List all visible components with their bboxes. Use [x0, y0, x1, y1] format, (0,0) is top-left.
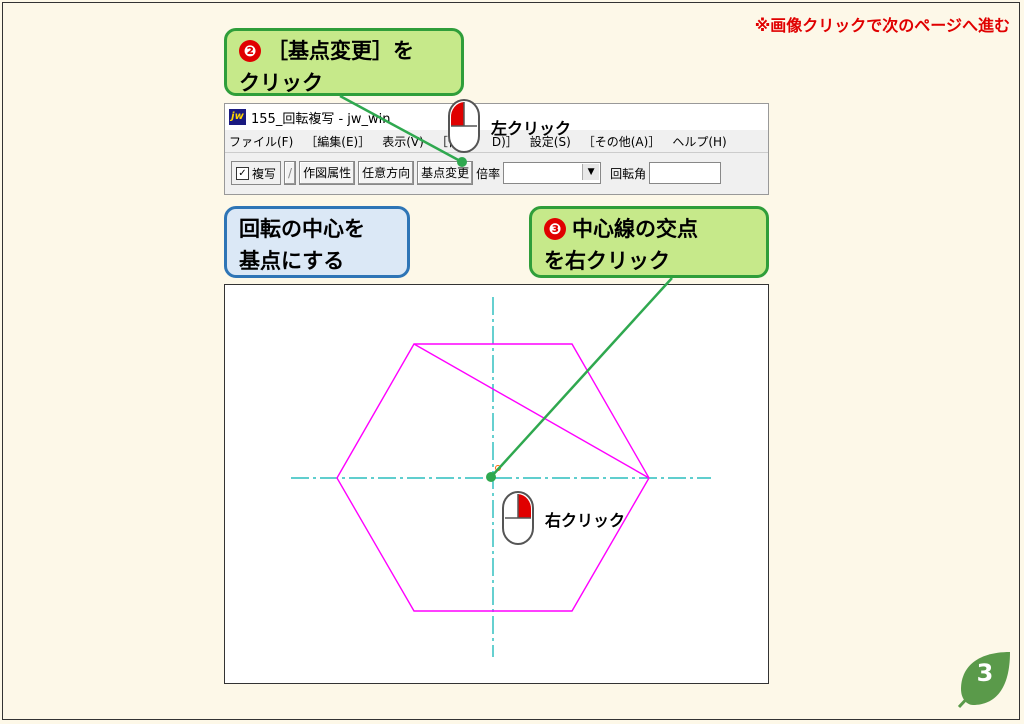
page-number: 3: [976, 659, 994, 687]
drawing-svg: [291, 297, 711, 657]
drawing-canvas[interactable]: [224, 284, 769, 684]
step2-text-line2: クリック: [239, 71, 323, 95]
window-title: 155_回転複写 - jw_win: [251, 111, 391, 127]
step3-text-line2: を右クリック: [544, 249, 670, 273]
step-number-badge: ❷: [239, 40, 261, 62]
menu-help[interactable]: ヘルプ(H): [672, 133, 726, 150]
copy-label: 複写: [252, 166, 277, 181]
copy-checkbox[interactable]: ✓ 複写: [231, 161, 282, 185]
next-page-hint[interactable]: ※画像クリックで次のページへ進む: [755, 12, 1010, 36]
diagonal-line: [413, 343, 650, 479]
ratio-label: 倍率: [476, 166, 501, 181]
slash-button[interactable]: /: [284, 161, 297, 185]
change-base-point-button[interactable]: 基点変更: [417, 161, 474, 185]
arbitrary-direction-button[interactable]: 任意方向: [358, 161, 415, 185]
step2-callout: ❷ ［基点変更］を クリック: [224, 28, 464, 96]
chevron-down-icon[interactable]: ▼: [582, 164, 600, 180]
menu-other[interactable]: ［その他(A)］: [583, 133, 661, 150]
right-click-label: 右クリック: [545, 511, 626, 530]
menu-view[interactable]: 表示(V): [382, 133, 424, 150]
jw-logo-icon: jw: [229, 109, 246, 125]
mouse-left-click-icon: [448, 99, 480, 153]
ratio-select[interactable]: ▼: [503, 162, 602, 184]
checkbox-icon: ✓: [236, 166, 249, 180]
info-text-line2: 基点にする: [239, 249, 345, 273]
step3-callout: ❸ 中心線の交点 を右クリック: [529, 206, 769, 278]
info-text-line1: 回転の中心を: [239, 217, 365, 241]
page-number-badge: 3: [955, 649, 1015, 709]
toolbar: ✓ 複写 / 作図属性 任意方向 基点変更 倍率 ▼ 回転角: [225, 152, 768, 193]
info-callout: 回転の中心を 基点にする: [224, 206, 410, 278]
angle-input[interactable]: [649, 162, 722, 184]
angle-label: 回転角: [610, 166, 647, 181]
base-point-marker: [495, 465, 501, 471]
menu-file[interactable]: ファイル(F): [229, 133, 293, 150]
left-click-label: 左クリック: [491, 119, 572, 138]
step3-text: 中心線の交点: [572, 217, 698, 241]
step-number-badge: ❸: [544, 218, 566, 240]
menu-edit[interactable]: ［編集(E)］: [305, 133, 370, 150]
draw-attribute-button[interactable]: 作図属性: [299, 161, 356, 185]
step2-text: ［基点変更］を: [267, 39, 414, 63]
mouse-right-click-icon: [502, 491, 534, 545]
